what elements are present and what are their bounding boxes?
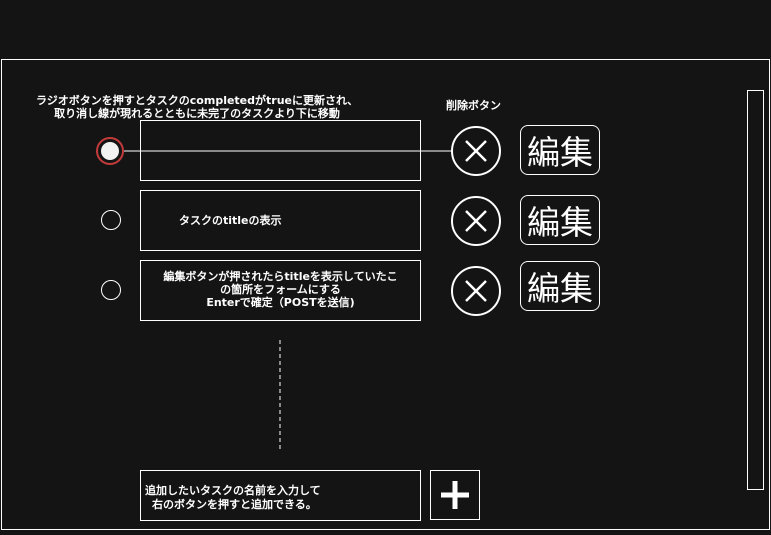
delete-button-3[interactable] bbox=[451, 266, 501, 316]
delete-button-1[interactable] bbox=[451, 126, 501, 176]
task-edit-note-line3: Enterで確定（POSTを送信) bbox=[206, 296, 355, 309]
task-radio-2[interactable] bbox=[101, 210, 121, 230]
scrollbar[interactable] bbox=[747, 90, 764, 490]
task-radio-3[interactable] bbox=[101, 280, 121, 300]
add-task-button[interactable] bbox=[430, 470, 480, 520]
add-task-note-line2: 右のボタンを押すと追加できる。 bbox=[152, 498, 317, 511]
task-edit-form-3[interactable]: 編集ボタンが押されたらtitleを表示していたこ の箇所をフォームにする Ent… bbox=[140, 260, 421, 321]
task-edit-note-line2: の箇所をフォームにする bbox=[220, 283, 341, 296]
close-icon bbox=[465, 210, 487, 232]
add-task-note-line1: 追加したいタスクの名前を入力して bbox=[145, 484, 321, 497]
add-task-input[interactable]: 追加したいタスクの名前を入力して 右のボタンを押すと追加できる。 bbox=[140, 470, 421, 521]
task-edit-note-line1: 編集ボタンが押されたらtitleを表示していたこ bbox=[163, 270, 398, 283]
delete-button-2[interactable] bbox=[451, 196, 501, 246]
edit-button-3[interactable]: 編集 bbox=[520, 261, 600, 311]
edit-button-1[interactable]: 編集 bbox=[520, 125, 600, 175]
edit-button-2[interactable]: 編集 bbox=[520, 195, 600, 245]
task-title-2: タスクのtitleの表示 bbox=[140, 190, 421, 251]
close-icon bbox=[465, 140, 487, 162]
close-icon bbox=[465, 280, 487, 302]
task-title-2-text: タスクのtitleの表示 bbox=[179, 214, 282, 227]
plus-icon bbox=[441, 481, 469, 509]
